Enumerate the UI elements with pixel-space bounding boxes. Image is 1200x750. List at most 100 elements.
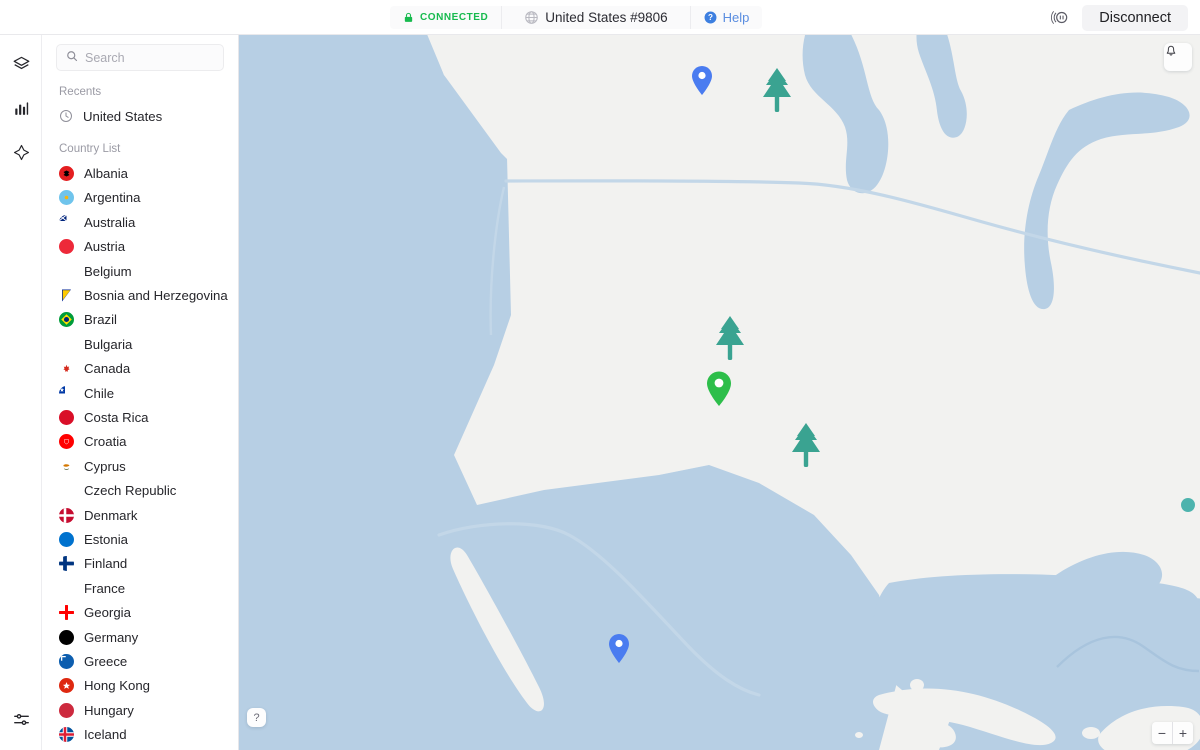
map-dot-marker bbox=[1181, 498, 1195, 512]
country-row-label: Estonia bbox=[84, 531, 128, 547]
zoom-controls: − + bbox=[1152, 722, 1193, 744]
power-pause-icon[interactable] bbox=[1044, 5, 1076, 31]
country-row[interactable]: Germany bbox=[42, 625, 238, 649]
country-row-label: Germany bbox=[84, 629, 139, 645]
flag-icon bbox=[59, 458, 74, 474]
top-bar: CONNECTED United States #9806 ? Help Dis… bbox=[0, 0, 1200, 35]
map-canvas[interactable]: ? − + bbox=[239, 35, 1200, 750]
country-row[interactable]: Czech Republic bbox=[42, 478, 238, 502]
flag-icon bbox=[59, 190, 74, 206]
rail-top-group bbox=[0, 45, 42, 177]
country-row[interactable]: Iceland bbox=[42, 722, 238, 746]
flag-icon bbox=[59, 531, 74, 547]
flag-icon bbox=[59, 166, 74, 182]
search-area bbox=[42, 35, 238, 71]
app-window: CONNECTED United States #9806 ? Help Dis… bbox=[0, 0, 1200, 750]
country-row-label: Hungary bbox=[84, 702, 134, 718]
flag-icon bbox=[59, 288, 74, 303]
help-label: Help bbox=[722, 10, 750, 25]
sidebar-item-statistics[interactable] bbox=[0, 89, 42, 133]
country-row[interactable]: France bbox=[42, 576, 238, 600]
country-row[interactable]: Georgia bbox=[42, 600, 238, 624]
country-list[interactable]: Albania Argentina Australia Austria Belgium B… bbox=[42, 161, 238, 750]
country-row-label: Czech Republic bbox=[84, 483, 177, 499]
country-row-label: Brazil bbox=[84, 312, 117, 328]
country-row[interactable]: Hungary bbox=[42, 698, 238, 722]
country-row[interactable]: Albania bbox=[42, 161, 238, 185]
clock-icon bbox=[59, 109, 73, 123]
country-row-label: Argentina bbox=[84, 190, 141, 206]
recent-item-united-states[interactable]: United States bbox=[42, 104, 238, 128]
country-row[interactable]: Argentina bbox=[42, 186, 238, 210]
country-row[interactable]: Brazil bbox=[42, 308, 238, 332]
flag-icon bbox=[59, 409, 74, 425]
flag-icon bbox=[59, 239, 74, 255]
map-help-label: ? bbox=[253, 711, 260, 724]
connection-status-label: CONNECTED bbox=[420, 12, 489, 23]
country-row[interactable]: Austria bbox=[42, 235, 238, 259]
country-row[interactable]: Bulgaria bbox=[42, 332, 238, 356]
globe-icon bbox=[524, 10, 539, 25]
flag-icon bbox=[59, 556, 74, 572]
layers-icon bbox=[12, 55, 31, 79]
sidebar-item-settings[interactable] bbox=[0, 700, 42, 744]
country-row[interactable]: Croatia bbox=[42, 430, 238, 454]
country-row-label: Bulgaria bbox=[84, 336, 133, 352]
country-row-label: Albania bbox=[84, 166, 128, 182]
country-row-label: Cyprus bbox=[84, 458, 126, 474]
sidebar-item-network[interactable] bbox=[0, 133, 42, 177]
map-geometry bbox=[427, 35, 1200, 750]
disconnect-label: Disconnect bbox=[1099, 9, 1171, 26]
server-location-label: United States #9806 bbox=[545, 10, 668, 25]
country-row[interactable]: Hong Kong bbox=[42, 674, 238, 698]
sidebar-item-layers[interactable] bbox=[0, 45, 42, 89]
flag-icon bbox=[59, 727, 74, 743]
country-row[interactable]: Belgium bbox=[42, 259, 238, 283]
flag-icon bbox=[59, 507, 74, 523]
zoom-out-button[interactable]: − bbox=[1152, 722, 1172, 744]
connection-status: CONNECTED bbox=[390, 6, 501, 29]
country-row[interactable]: Finland bbox=[42, 552, 238, 576]
server-location[interactable]: United States #9806 bbox=[501, 6, 689, 29]
country-row[interactable]: Canada bbox=[42, 357, 238, 381]
country-row-label: Greece bbox=[84, 653, 128, 669]
country-row[interactable]: Denmark bbox=[42, 503, 238, 527]
country-row-label: Georgia bbox=[84, 605, 131, 621]
country-row-label: Croatia bbox=[84, 434, 127, 450]
country-row-label: Denmark bbox=[84, 507, 138, 523]
search-box[interactable] bbox=[56, 44, 224, 71]
flag-icon bbox=[59, 581, 74, 596]
country-row-label: Finland bbox=[84, 556, 128, 572]
flag-icon bbox=[59, 385, 74, 401]
country-row-label: Hong Kong bbox=[84, 678, 150, 694]
country-row[interactable]: Greece bbox=[42, 649, 238, 673]
country-row[interactable]: Bosnia and Herzegovina bbox=[42, 283, 238, 307]
country-row[interactable]: Australia bbox=[42, 210, 238, 234]
country-sidebar: Recents United States Country List Alban… bbox=[42, 35, 239, 750]
country-row-label: Australia bbox=[84, 214, 136, 230]
connection-status-group: CONNECTED United States #9806 ? Help bbox=[390, 6, 763, 29]
zoom-in-button[interactable]: + bbox=[1173, 722, 1193, 744]
country-row[interactable]: Cyprus bbox=[42, 454, 238, 478]
flag-icon bbox=[59, 264, 74, 279]
country-row[interactable]: Estonia bbox=[42, 527, 238, 551]
country-row[interactable]: Chile bbox=[42, 381, 238, 405]
map-help-button[interactable]: ? bbox=[247, 708, 266, 727]
country-row-label: Chile bbox=[84, 385, 115, 401]
flag-icon bbox=[59, 483, 74, 498]
country-row[interactable]: Costa Rica bbox=[42, 405, 238, 429]
country-row-label: Costa Rica bbox=[84, 409, 149, 425]
search-icon bbox=[66, 49, 78, 67]
flag-icon bbox=[59, 605, 74, 621]
disconnect-button[interactable]: Disconnect bbox=[1082, 4, 1188, 31]
search-input[interactable] bbox=[85, 50, 214, 65]
notifications-button[interactable] bbox=[1164, 43, 1192, 71]
recents-label: Recents bbox=[59, 86, 102, 98]
flag-icon bbox=[59, 434, 74, 450]
top-bar-actions: Disconnect bbox=[1044, 0, 1188, 35]
country-list-label: Country List bbox=[59, 143, 121, 156]
help-link[interactable]: ? Help bbox=[689, 6, 763, 29]
sliders-settings-icon bbox=[13, 711, 30, 733]
flag-icon bbox=[59, 336, 74, 352]
flag-icon bbox=[59, 629, 74, 645]
